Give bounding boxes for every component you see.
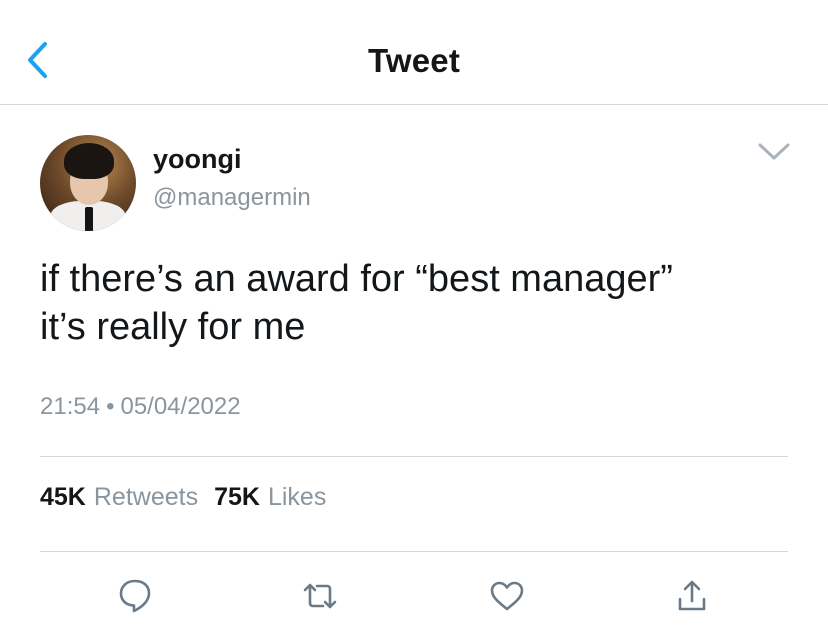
heart-icon xyxy=(490,581,524,611)
likes-stat[interactable]: 75K Likes xyxy=(214,483,326,512)
tweet-text-line: if there’s an award for “best manager” xyxy=(40,258,673,300)
top-bar: Tweet xyxy=(0,0,828,105)
share-button[interactable] xyxy=(672,576,712,616)
reply-icon xyxy=(119,579,151,613)
tweet-stats: 45K Retweets 75K Likes xyxy=(40,483,326,512)
author-handle[interactable]: @managermin xyxy=(153,184,311,212)
tweet-detail-screen: Tweet yoongi @managermin if there’s an a… xyxy=(0,0,828,633)
likes-count: 75K xyxy=(214,483,260,511)
retweets-count: 45K xyxy=(40,483,86,511)
divider xyxy=(40,551,788,552)
tweet-actions xyxy=(0,576,828,616)
tweet-text-line: it’s really for me xyxy=(40,306,306,348)
tweet-time: 21:54 xyxy=(40,393,101,420)
like-button[interactable] xyxy=(487,576,527,616)
retweets-stat[interactable]: 45K Retweets xyxy=(40,483,198,512)
reply-button[interactable] xyxy=(115,576,155,616)
tweet-text: if there’s an award for “best manager” i… xyxy=(40,255,800,351)
divider xyxy=(40,456,788,457)
tweet-timestamp: 21:54 • 05/04/2022 xyxy=(40,393,241,421)
tweet-date: 05/04/2022 xyxy=(120,393,241,420)
tweet-options-button[interactable] xyxy=(756,140,792,164)
page-title: Tweet xyxy=(367,42,461,79)
chevron-down-icon xyxy=(758,143,790,160)
share-icon xyxy=(678,580,706,611)
likes-label: Likes xyxy=(267,483,327,511)
retweet-icon xyxy=(303,583,337,609)
meta-separator: • xyxy=(106,393,115,420)
avatar[interactable] xyxy=(40,135,136,231)
author-name[interactable]: yoongi xyxy=(153,144,242,175)
retweets-label: Retweets xyxy=(93,483,199,511)
retweet-button[interactable] xyxy=(300,576,340,616)
